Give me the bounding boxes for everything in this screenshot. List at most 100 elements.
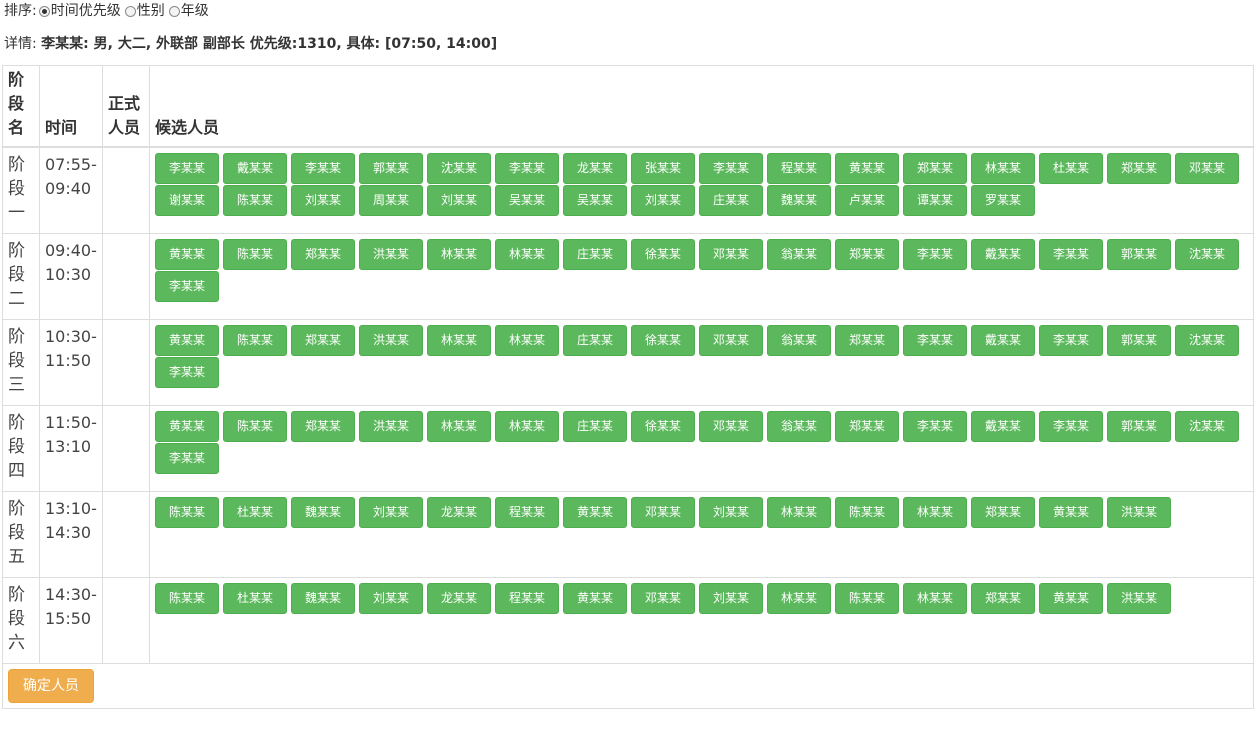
- candidate-button[interactable]: 郑某某: [291, 411, 355, 442]
- candidate-button[interactable]: 黄某某: [1039, 497, 1103, 528]
- candidate-button[interactable]: 戴某某: [971, 325, 1035, 356]
- candidate-button[interactable]: 洪某某: [1107, 583, 1171, 614]
- candidate-button[interactable]: 郑某某: [903, 153, 967, 184]
- candidate-button[interactable]: 吴某某: [495, 185, 559, 216]
- candidate-button[interactable]: 刘某某: [699, 583, 763, 614]
- candidate-button[interactable]: 郑某某: [971, 583, 1035, 614]
- candidate-button[interactable]: 洪某某: [359, 325, 423, 356]
- candidate-button[interactable]: 黄某某: [563, 497, 627, 528]
- candidate-button[interactable]: 刘某某: [699, 497, 763, 528]
- candidate-button[interactable]: 沈某某: [1175, 325, 1239, 356]
- candidate-button[interactable]: 邓某某: [631, 497, 695, 528]
- candidate-button[interactable]: 谢某某: [155, 185, 219, 216]
- sort-option-grade[interactable]: 年级: [167, 2, 209, 20]
- candidate-button[interactable]: 周某某: [359, 185, 423, 216]
- candidate-button[interactable]: 戴某某: [223, 153, 287, 184]
- candidate-button[interactable]: 林某某: [495, 325, 559, 356]
- candidate-button[interactable]: 庄某某: [563, 239, 627, 270]
- candidate-button[interactable]: 林某某: [903, 583, 967, 614]
- radio-grade[interactable]: [168, 5, 180, 17]
- candidate-button[interactable]: 林某某: [495, 411, 559, 442]
- candidate-button[interactable]: 陈某某: [223, 185, 287, 216]
- candidate-button[interactable]: 邓某某: [699, 325, 763, 356]
- candidate-button[interactable]: 刘某某: [359, 583, 423, 614]
- candidate-button[interactable]: 洪某某: [359, 239, 423, 270]
- candidate-button[interactable]: 戴某某: [971, 239, 1035, 270]
- candidate-button[interactable]: 林某某: [427, 325, 491, 356]
- candidate-button[interactable]: 林某某: [767, 497, 831, 528]
- candidate-button[interactable]: 郑某某: [835, 325, 899, 356]
- candidate-button[interactable]: 刘某某: [359, 497, 423, 528]
- candidate-button[interactable]: 陈某某: [835, 497, 899, 528]
- candidate-button[interactable]: 郭某某: [1107, 325, 1171, 356]
- candidate-button[interactable]: 郑某某: [835, 411, 899, 442]
- candidate-button[interactable]: 陈某某: [223, 239, 287, 270]
- candidate-button[interactable]: 陈某某: [835, 583, 899, 614]
- candidate-button[interactable]: 洪某某: [359, 411, 423, 442]
- candidate-button[interactable]: 邓某某: [1175, 153, 1239, 184]
- candidate-button[interactable]: 郑某某: [971, 497, 1035, 528]
- candidate-button[interactable]: 龙某某: [427, 497, 491, 528]
- candidate-button[interactable]: 黄某某: [563, 583, 627, 614]
- candidate-button[interactable]: 徐某某: [631, 239, 695, 270]
- candidate-button[interactable]: 林某某: [427, 411, 491, 442]
- candidate-button[interactable]: 黄某某: [155, 325, 219, 356]
- candidate-button[interactable]: 沈某某: [1175, 239, 1239, 270]
- candidate-button[interactable]: 郑某某: [291, 325, 355, 356]
- candidate-button[interactable]: 李某某: [903, 411, 967, 442]
- candidate-button[interactable]: 林某某: [903, 497, 967, 528]
- candidate-button[interactable]: 李某某: [903, 239, 967, 270]
- candidate-button[interactable]: 刘某某: [291, 185, 355, 216]
- candidate-button[interactable]: 翁某某: [767, 239, 831, 270]
- candidate-button[interactable]: 杜某某: [223, 583, 287, 614]
- candidate-button[interactable]: 邓某某: [631, 583, 695, 614]
- candidate-button[interactable]: 卢某某: [835, 185, 899, 216]
- candidate-button[interactable]: 翁某某: [767, 325, 831, 356]
- candidate-button[interactable]: 李某某: [699, 153, 763, 184]
- candidate-button[interactable]: 郑某某: [1107, 153, 1171, 184]
- candidate-button[interactable]: 龙某某: [563, 153, 627, 184]
- confirm-personnel-button[interactable]: 确定人员: [8, 669, 94, 703]
- candidate-button[interactable]: 李某某: [1039, 411, 1103, 442]
- candidate-button[interactable]: 吴某某: [563, 185, 627, 216]
- candidate-button[interactable]: 翁某某: [767, 411, 831, 442]
- candidate-button[interactable]: 程某某: [767, 153, 831, 184]
- sort-option-time-priority[interactable]: 时间优先级: [37, 2, 121, 20]
- candidate-button[interactable]: 沈某某: [427, 153, 491, 184]
- candidate-button[interactable]: 洪某某: [1107, 497, 1171, 528]
- candidate-button[interactable]: 李某某: [903, 325, 967, 356]
- candidate-button[interactable]: 龙某某: [427, 583, 491, 614]
- candidate-button[interactable]: 郭某某: [1107, 239, 1171, 270]
- candidate-button[interactable]: 徐某某: [631, 325, 695, 356]
- candidate-button[interactable]: 李某某: [155, 153, 219, 184]
- candidate-button[interactable]: 沈某某: [1175, 411, 1239, 442]
- candidate-button[interactable]: 李某某: [155, 271, 219, 302]
- candidate-button[interactable]: 庄某某: [563, 411, 627, 442]
- candidate-button[interactable]: 刘某某: [427, 185, 491, 216]
- candidate-button[interactable]: 李某某: [1039, 239, 1103, 270]
- candidate-button[interactable]: 陈某某: [223, 411, 287, 442]
- candidate-button[interactable]: 杜某某: [1039, 153, 1103, 184]
- candidate-button[interactable]: 陈某某: [155, 497, 219, 528]
- candidate-button[interactable]: 黄某某: [155, 239, 219, 270]
- candidate-button[interactable]: 林某某: [767, 583, 831, 614]
- candidate-button[interactable]: 郭某某: [1107, 411, 1171, 442]
- radio-time-priority[interactable]: [38, 5, 50, 17]
- radio-gender[interactable]: [124, 5, 136, 17]
- candidate-button[interactable]: 魏某某: [291, 497, 355, 528]
- candidate-button[interactable]: 杜某某: [223, 497, 287, 528]
- candidate-button[interactable]: 庄某某: [699, 185, 763, 216]
- candidate-button[interactable]: 李某某: [495, 153, 559, 184]
- candidate-button[interactable]: 林某某: [971, 153, 1035, 184]
- candidate-button[interactable]: 林某某: [427, 239, 491, 270]
- candidate-button[interactable]: 郑某某: [835, 239, 899, 270]
- candidate-button[interactable]: 刘某某: [631, 185, 695, 216]
- candidate-button[interactable]: 陈某某: [223, 325, 287, 356]
- candidate-button[interactable]: 程某某: [495, 583, 559, 614]
- candidate-button[interactable]: 陈某某: [155, 583, 219, 614]
- candidate-button[interactable]: 戴某某: [971, 411, 1035, 442]
- candidate-button[interactable]: 谭某某: [903, 185, 967, 216]
- candidate-button[interactable]: 徐某某: [631, 411, 695, 442]
- candidate-button[interactable]: 邓某某: [699, 411, 763, 442]
- candidate-button[interactable]: 李某某: [155, 443, 219, 474]
